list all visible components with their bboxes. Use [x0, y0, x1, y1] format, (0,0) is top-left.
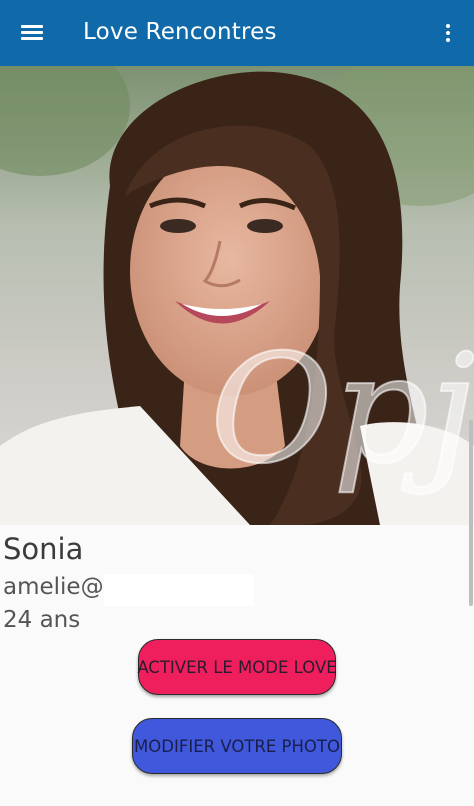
modify-photo-button[interactable]: MODIFIER VOTRE PHOTO: [132, 718, 342, 774]
profile-photo[interactable]: Opje: [0, 66, 474, 525]
profile-email: amelie@: [3, 574, 104, 600]
scrollbar[interactable]: [469, 420, 473, 606]
profile-name: Sonia: [3, 532, 84, 566]
email-redaction: [104, 574, 254, 606]
more-vert-icon[interactable]: [436, 20, 460, 46]
profile-age: 24 ans: [3, 607, 81, 633]
app-title: Love Rencontres: [83, 19, 277, 45]
app-bar: Love Rencontres: [0, 0, 474, 66]
activate-love-mode-button[interactable]: ACTIVER LE MODE LOVE: [137, 639, 337, 695]
hamburger-menu-icon[interactable]: [16, 20, 48, 46]
watermark-text: Opje: [210, 323, 474, 497]
